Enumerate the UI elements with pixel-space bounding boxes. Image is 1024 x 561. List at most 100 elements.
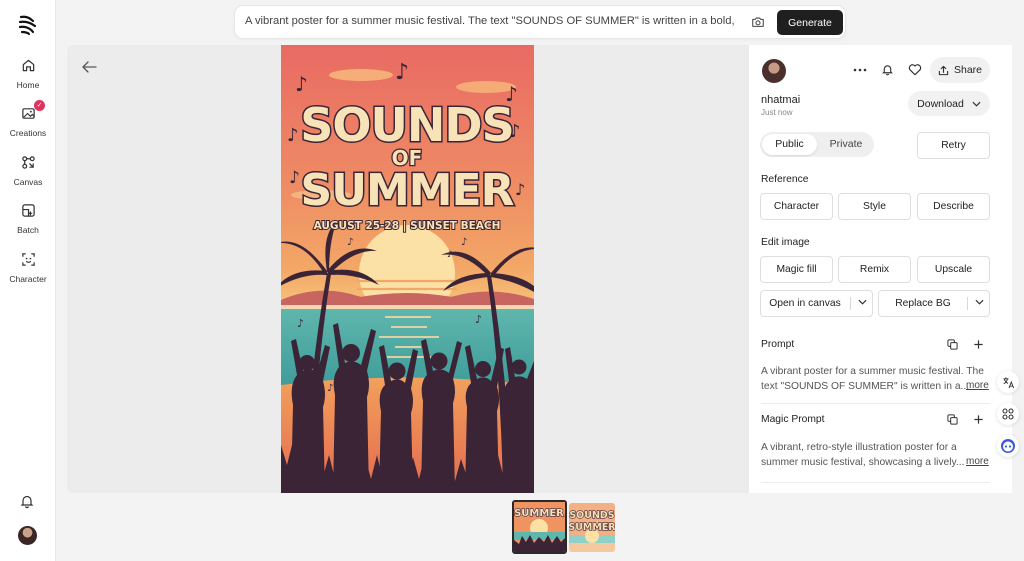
sidebar: Home ✓ Creations Canvas Batch Character	[0, 0, 56, 561]
replace-bg-button[interactable]: Replace BG	[879, 291, 967, 316]
translate-button[interactable]	[997, 371, 1019, 393]
svg-text:♪: ♪	[347, 237, 353, 248]
remix-button[interactable]: Remix	[838, 256, 911, 283]
plus-icon[interactable]	[973, 339, 984, 350]
open-in-canvas-button[interactable]: Open in canvas	[761, 291, 849, 316]
apps-icon	[1002, 408, 1014, 420]
edit-image-title: Edit image	[761, 237, 810, 248]
style-reference-button[interactable]: Style	[838, 193, 911, 220]
character-reference-button[interactable]: Character	[760, 193, 833, 220]
sidebar-item-label: Creations	[9, 128, 47, 138]
bell-icon[interactable]	[881, 63, 894, 76]
share-label: Share	[953, 64, 983, 76]
thumbnail-2[interactable]: SOUNDS SUMMER	[569, 503, 615, 552]
prompt-more-link[interactable]: more	[966, 380, 989, 391]
sidebar-item-batch[interactable]: Batch	[0, 203, 56, 236]
apps-button[interactable]	[997, 403, 1019, 425]
download-label: Download	[917, 97, 964, 110]
svg-text:♪: ♪	[327, 383, 333, 394]
svg-text:♪: ♪	[289, 168, 300, 188]
author-avatar[interactable]	[762, 59, 786, 83]
thumbnail-1[interactable]: SUMMER	[512, 500, 567, 554]
back-arrow-icon[interactable]	[81, 60, 97, 74]
magic-prompt-title: Magic Prompt	[761, 414, 825, 425]
magic-prompt-line: summer music festival, showcasing a live…	[761, 457, 965, 468]
prompt-text: A vibrant poster for a summer music fest…	[761, 364, 987, 394]
svg-text:♪: ♪	[297, 317, 304, 330]
chevron-down-icon	[972, 101, 981, 107]
bell-icon[interactable]	[19, 493, 35, 509]
character-icon	[21, 253, 35, 266]
divider	[761, 403, 990, 404]
prompt-input[interactable]	[245, 15, 735, 27]
generated-image[interactable]: ♪ ♪ ♪ ♪ ♪ ♪ ♪ ♪ ♪ ♪ ♪ ♪ ♪ ♪ SOUNDS OF SU…	[281, 45, 534, 493]
user-avatar[interactable]	[18, 526, 37, 545]
copy-icon[interactable]	[947, 339, 958, 350]
sidebar-item-label: Batch	[17, 225, 39, 235]
heart-icon[interactable]	[908, 63, 922, 76]
thumbnail-2-line2: SUMMER	[569, 522, 615, 533]
thumbnail-2-line1: SOUNDS	[569, 510, 614, 521]
svg-text:♪: ♪	[395, 60, 409, 85]
upscale-button[interactable]: Upscale	[917, 256, 990, 283]
prompt-bar: Generate	[234, 5, 846, 39]
share-button[interactable]: Share	[930, 57, 990, 83]
reference-title: Reference	[761, 174, 809, 185]
magic-prompt-line: A vibrant, retro-style illustration post…	[761, 442, 957, 453]
describe-button[interactable]: Describe	[917, 193, 990, 220]
divider	[761, 482, 990, 483]
public-option[interactable]: Public	[762, 134, 817, 155]
sidebar-item-character[interactable]: Character	[0, 252, 56, 285]
retry-button[interactable]: Retry	[917, 132, 990, 159]
generate-button[interactable]: Generate	[777, 10, 843, 35]
download-button[interactable]: Download	[908, 91, 990, 116]
batch-icon	[21, 204, 35, 217]
prompt-line: A vibrant poster for a summer music fest…	[761, 366, 984, 377]
copy-icon[interactable]	[947, 414, 958, 425]
notification-badge: ✓	[34, 100, 45, 111]
visibility-toggle: Public Private	[760, 132, 874, 157]
sidebar-item-home[interactable]: Home	[0, 58, 56, 91]
assistant-button[interactable]	[997, 435, 1019, 457]
svg-text:♪: ♪	[447, 250, 453, 260]
assistant-face-icon	[1001, 439, 1015, 453]
app-logo-icon[interactable]	[16, 13, 40, 37]
divider	[967, 297, 968, 310]
author-name[interactable]: nhatmai	[761, 94, 800, 106]
private-option[interactable]: Private	[820, 134, 872, 155]
images-icon	[21, 108, 35, 119]
svg-text:♪: ♪	[295, 72, 308, 96]
magic-prompt-text: A vibrant, retro-style illustration post…	[761, 440, 987, 470]
svg-text:♪: ♪	[473, 385, 479, 396]
more-options-icon[interactable]	[853, 67, 867, 73]
camera-icon[interactable]	[751, 15, 765, 29]
sidebar-item-label: Canvas	[13, 177, 43, 187]
magic-prompt-more-link[interactable]: more	[966, 456, 989, 467]
svg-text:♪: ♪	[475, 313, 482, 326]
timestamp: Just now	[761, 108, 793, 117]
translate-icon	[1002, 376, 1014, 388]
sidebar-item-label: Home	[16, 80, 40, 90]
details-panel: Share nhatmai Just now Download Public P…	[748, 45, 1012, 493]
home-icon	[22, 59, 34, 72]
poster-title-line1: SOUNDS	[300, 98, 513, 152]
divider	[850, 297, 851, 310]
replace-bg-dropdown[interactable]: Replace BG	[878, 290, 990, 317]
prompt-title: Prompt	[761, 339, 795, 350]
open-in-canvas-dropdown[interactable]: Open in canvas	[760, 290, 873, 317]
sidebar-item-creations[interactable]: ✓ Creations	[0, 100, 56, 139]
plus-icon[interactable]	[973, 414, 984, 425]
chevron-down-icon[interactable]	[975, 299, 984, 305]
sidebar-item-canvas[interactable]: Canvas	[0, 155, 56, 188]
canvas-icon	[21, 156, 35, 169]
poster-subtitle: AUGUST 25-28 | SUNSET BEACH	[314, 220, 501, 232]
magic-fill-button[interactable]: Magic fill	[760, 256, 833, 283]
svg-text:♪: ♪	[287, 125, 299, 146]
share-icon	[938, 65, 949, 75]
sidebar-item-label: Character	[9, 274, 47, 284]
chevron-down-icon[interactable]	[858, 299, 867, 305]
poster-title-line3: SUMMER	[301, 165, 514, 216]
svg-text:♪: ♪	[515, 180, 525, 199]
svg-text:♪: ♪	[461, 237, 467, 248]
prompt-line: text "SOUNDS OF SUMMER" is written in a.…	[761, 381, 970, 392]
